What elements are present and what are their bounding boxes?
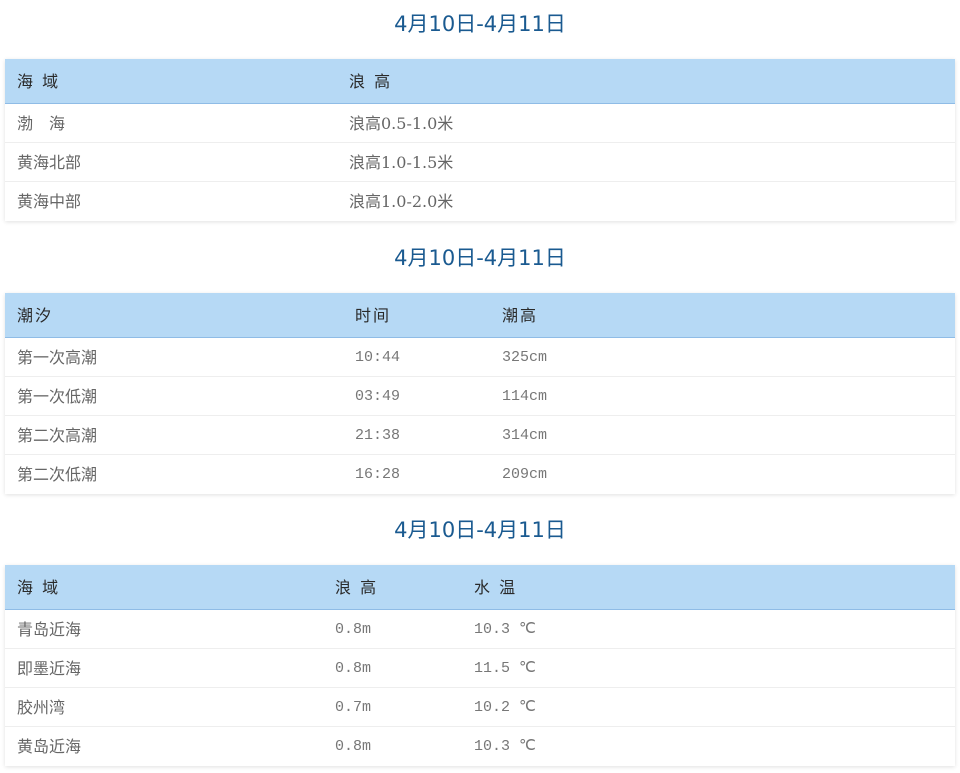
cell-sea-area: 黄海北部 xyxy=(17,153,82,172)
table-row: 第一次低潮 03:49 114cm xyxy=(5,377,955,416)
table-row: 青岛近海 0.8m 10.3 ℃ xyxy=(5,610,955,649)
cell-wave-height: 浪高0.5-1.0米 xyxy=(349,114,454,133)
cell-wave-height: 0.8m xyxy=(335,660,372,677)
cell-sea-area: 渤 海 xyxy=(17,114,66,133)
header-sea-area: 海 域 xyxy=(17,72,61,91)
cell-sea-area: 即墨近海 xyxy=(17,659,82,678)
header-tide: 潮汐 xyxy=(17,306,54,325)
wave-section-title: 4月10日-4月11日 xyxy=(394,12,566,36)
cell-wave-height: 0.8m xyxy=(335,738,372,755)
cell-tide: 第二次高潮 xyxy=(17,426,98,445)
coastal-table: 海 域 浪 高 水 温 青岛近海 0.8m 10.3 ℃ 即墨近海 0.8m 1… xyxy=(5,565,955,766)
table-row: 即墨近海 0.8m 11.5 ℃ xyxy=(5,649,955,688)
cell-tide-height: 114cm xyxy=(502,388,548,405)
table-row: 黄岛近海 0.8m 10.3 ℃ xyxy=(5,727,955,766)
cell-time: 21:38 xyxy=(355,427,401,444)
cell-sea-area: 黄海中部 xyxy=(17,192,82,211)
cell-tide: 第二次低潮 xyxy=(17,465,98,484)
cell-water-temp: 10.3 ℃ xyxy=(474,738,536,755)
cell-water-temp: 10.2 ℃ xyxy=(474,699,536,716)
header-time: 时间 xyxy=(355,306,392,325)
header-tide-height: 潮高 xyxy=(502,306,539,325)
header-sea-area: 海 域 xyxy=(17,578,61,597)
wave-table-header: 海 域 浪 高 xyxy=(5,59,955,104)
cell-water-temp: 11.5 ℃ xyxy=(474,660,536,677)
cell-water-temp: 10.3 ℃ xyxy=(474,621,536,638)
table-row: 渤 海 浪高0.5-1.0米 xyxy=(5,104,955,143)
cell-time: 03:49 xyxy=(355,388,401,405)
coastal-table-header: 海 域 浪 高 水 温 xyxy=(5,565,955,610)
tide-table: 潮汐 时间 潮高 第一次高潮 10:44 325cm 第一次低潮 03:49 1… xyxy=(5,293,955,494)
tide-section-title: 4月10日-4月11日 xyxy=(394,246,566,270)
cell-time: 10:44 xyxy=(355,349,401,366)
table-row: 第二次低潮 16:28 209cm xyxy=(5,455,955,494)
wave-table: 海 域 浪 高 渤 海 浪高0.5-1.0米 黄海北部 浪高1.0-1.5米 黄… xyxy=(5,59,955,221)
table-row: 第一次高潮 10:44 325cm xyxy=(5,338,955,377)
table-row: 黄海中部 浪高1.0-2.0米 xyxy=(5,182,955,221)
table-row: 第二次高潮 21:38 314cm xyxy=(5,416,955,455)
header-wave-height: 浪 高 xyxy=(349,72,393,91)
coastal-section-title: 4月10日-4月11日 xyxy=(394,518,566,542)
cell-wave-height: 浪高1.0-1.5米 xyxy=(349,153,454,172)
cell-tide: 第一次高潮 xyxy=(17,348,98,367)
cell-time: 16:28 xyxy=(355,466,401,483)
header-wave-height: 浪 高 xyxy=(335,578,379,597)
cell-tide: 第一次低潮 xyxy=(17,387,98,406)
cell-tide-height: 325cm xyxy=(502,349,548,366)
cell-sea-area: 黄岛近海 xyxy=(17,737,82,756)
cell-sea-area: 胶州湾 xyxy=(17,698,66,717)
cell-wave-height: 0.7m xyxy=(335,699,372,716)
table-row: 胶州湾 0.7m 10.2 ℃ xyxy=(5,688,955,727)
cell-tide-height: 209cm xyxy=(502,466,548,483)
cell-wave-height: 0.8m xyxy=(335,621,372,638)
cell-wave-height: 浪高1.0-2.0米 xyxy=(349,192,454,211)
cell-sea-area: 青岛近海 xyxy=(17,620,82,639)
table-row: 黄海北部 浪高1.0-1.5米 xyxy=(5,143,955,182)
tide-table-header: 潮汐 时间 潮高 xyxy=(5,293,955,338)
header-water-temp: 水 温 xyxy=(474,578,518,597)
cell-tide-height: 314cm xyxy=(502,427,548,444)
